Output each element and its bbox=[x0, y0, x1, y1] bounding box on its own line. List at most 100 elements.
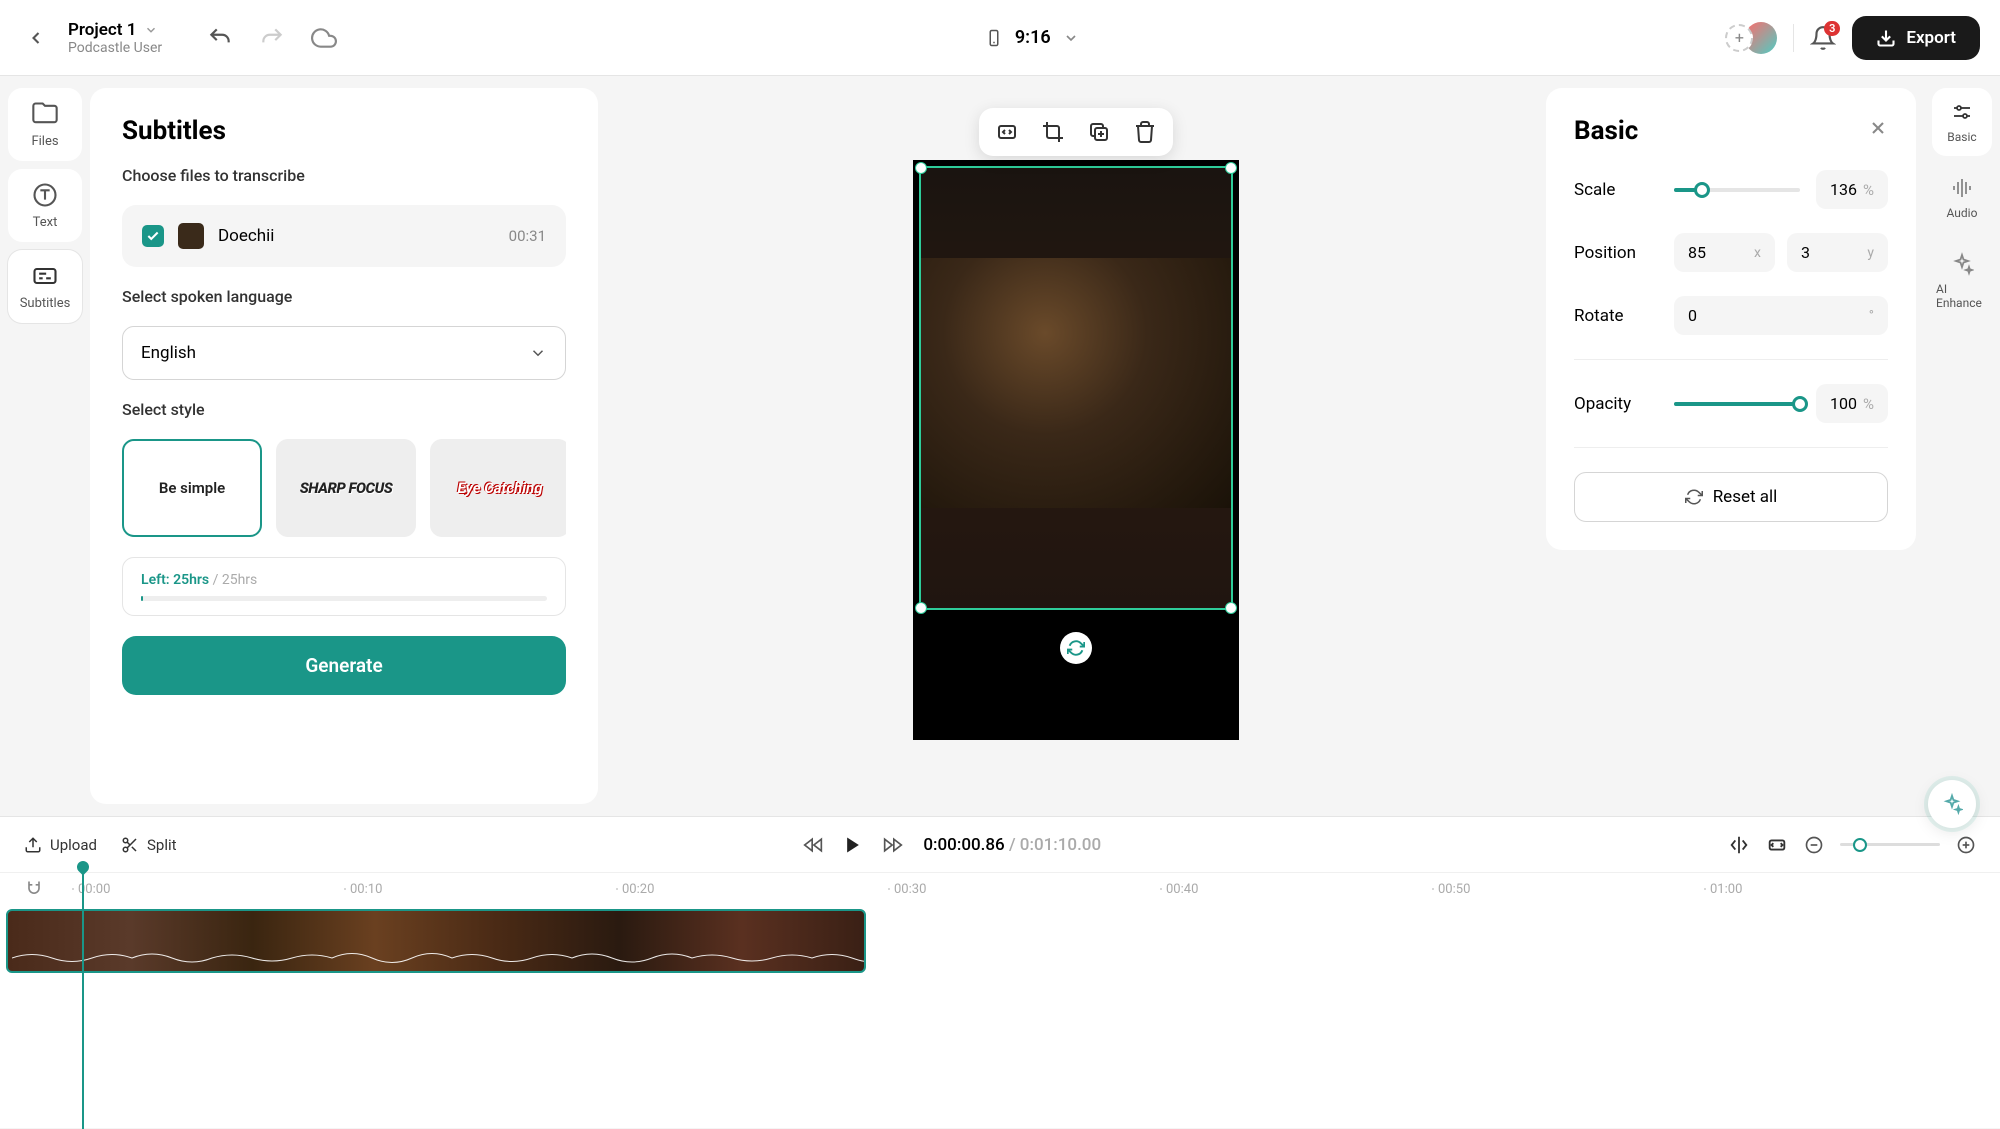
redo-button[interactable] bbox=[258, 24, 286, 52]
header-right: + 3 Export bbox=[1725, 16, 1980, 60]
timeline: Upload Split 0:00:00.86 / 0:01:10.00 bbox=[0, 816, 2000, 1128]
zoom-slider[interactable] bbox=[1840, 843, 1940, 846]
style-card-simple[interactable]: Be simple bbox=[122, 439, 262, 537]
resize-handle-tr[interactable] bbox=[1225, 162, 1237, 174]
text-icon bbox=[31, 181, 59, 209]
zoom-out-icon[interactable] bbox=[1804, 835, 1824, 855]
left-rail: Files Text Subtitles bbox=[0, 76, 90, 816]
right-rail-ai-enhance[interactable]: AI Enhance bbox=[1932, 240, 1992, 322]
style-card-eye[interactable]: Eye Catching bbox=[430, 439, 566, 537]
file-row[interactable]: Doechii 00:31 bbox=[122, 205, 566, 267]
main-area: Files Text Subtitles Subtitles Choose fi… bbox=[0, 76, 2000, 816]
position-x-input[interactable]: 85x bbox=[1674, 233, 1775, 272]
back-button[interactable] bbox=[20, 22, 52, 54]
timeline-controls: Upload Split 0:00:00.86 / 0:01:10.00 bbox=[0, 817, 2000, 873]
scale-slider[interactable] bbox=[1674, 188, 1800, 192]
cloud-save-icon[interactable] bbox=[310, 24, 338, 52]
split-button[interactable]: Split bbox=[121, 836, 177, 854]
opacity-row: Opacity 100 % bbox=[1574, 384, 1888, 423]
upload-icon bbox=[24, 836, 42, 854]
folder-icon bbox=[31, 100, 59, 128]
sliders-icon bbox=[1950, 100, 1974, 124]
selection-box[interactable] bbox=[919, 166, 1233, 610]
rail-item-subtitles[interactable]: Subtitles bbox=[8, 250, 82, 323]
scale-row: Scale 136 % bbox=[1574, 170, 1888, 209]
trim-icon[interactable] bbox=[1728, 834, 1750, 856]
refresh-icon bbox=[1685, 488, 1703, 506]
header-left: Project 1 Podcastle User bbox=[20, 20, 338, 56]
canvas-toolbar bbox=[979, 108, 1173, 156]
sparkle-icon bbox=[1950, 252, 1974, 276]
scissors-icon bbox=[121, 836, 139, 854]
close-button[interactable] bbox=[1868, 118, 1888, 138]
panel-title: Subtitles bbox=[122, 116, 566, 146]
file-duration: 00:31 bbox=[509, 227, 546, 245]
file-thumbnail bbox=[178, 223, 204, 249]
rotate-row: Rotate 0 ° bbox=[1574, 296, 1888, 335]
canvas-area bbox=[606, 76, 1546, 816]
subtitles-panel: Subtitles Choose files to transcribe Doe… bbox=[90, 88, 598, 804]
forward-button[interactable] bbox=[883, 835, 903, 855]
timeline-ruler[interactable]: 00:00 00:10 00:20 00:30 00:40 00:50 01:0… bbox=[0, 873, 2000, 905]
scale-value[interactable]: 136 % bbox=[1816, 170, 1888, 209]
fit-icon[interactable] bbox=[1766, 834, 1788, 856]
choose-files-label: Choose files to transcribe bbox=[122, 166, 566, 185]
timeline-tracks[interactable] bbox=[0, 905, 2000, 1128]
zoom-in-icon[interactable] bbox=[1956, 835, 1976, 855]
rail-item-text[interactable]: Text bbox=[8, 169, 82, 242]
collaborators[interactable]: + bbox=[1725, 22, 1777, 54]
waveform-icon bbox=[1950, 176, 1974, 200]
magnet-icon[interactable] bbox=[24, 879, 44, 899]
rail-item-files[interactable]: Files bbox=[8, 88, 82, 161]
style-label: Select style bbox=[122, 400, 566, 419]
video-clip[interactable] bbox=[6, 909, 866, 973]
resize-handle-br[interactable] bbox=[1225, 602, 1237, 614]
crop-button[interactable] bbox=[1039, 118, 1067, 146]
chevron-down-icon[interactable] bbox=[1063, 30, 1079, 46]
credits-bar bbox=[141, 596, 547, 601]
credits-box: Left: 25hrs / 25hrs bbox=[122, 557, 566, 616]
position-y-input[interactable]: 3y bbox=[1787, 233, 1888, 272]
code-button[interactable] bbox=[993, 118, 1021, 146]
delete-button[interactable] bbox=[1131, 118, 1159, 146]
chevron-down-icon bbox=[529, 344, 547, 362]
add-collaborator-icon[interactable]: + bbox=[1725, 24, 1753, 52]
opacity-value[interactable]: 100 % bbox=[1816, 384, 1888, 423]
video-preview[interactable] bbox=[913, 160, 1239, 740]
export-button[interactable]: Export bbox=[1852, 16, 1980, 60]
resize-handle-bl[interactable] bbox=[915, 602, 927, 614]
file-checkbox[interactable] bbox=[142, 225, 164, 247]
right-rail-basic[interactable]: Basic bbox=[1932, 88, 1992, 156]
project-title: Project 1 bbox=[68, 20, 136, 40]
right-rail: Basic Audio AI Enhance bbox=[1924, 76, 2000, 816]
resize-handle-tl[interactable] bbox=[915, 162, 927, 174]
credits-left: Left: 25hrs bbox=[141, 572, 209, 588]
position-row: Position 85x 3y bbox=[1574, 233, 1888, 272]
aspect-ratio[interactable]: 9:16 bbox=[1015, 27, 1051, 48]
duplicate-button[interactable] bbox=[1085, 118, 1113, 146]
language-select[interactable]: English bbox=[122, 326, 566, 380]
play-button[interactable] bbox=[843, 835, 863, 855]
subtitles-icon bbox=[31, 262, 59, 290]
rotate-input[interactable]: 0 ° bbox=[1674, 296, 1888, 335]
timeline-time: 0:00:00.86 / 0:01:10.00 bbox=[923, 835, 1101, 855]
chevron-down-icon[interactable] bbox=[144, 23, 158, 37]
style-card-sharp[interactable]: SHARP FOCUS bbox=[276, 439, 416, 537]
file-name: Doechii bbox=[218, 226, 495, 246]
properties-title: Basic bbox=[1574, 116, 1888, 146]
notification-count: 3 bbox=[1824, 21, 1840, 36]
reset-all-button[interactable]: Reset all bbox=[1574, 472, 1888, 522]
opacity-slider[interactable] bbox=[1674, 402, 1800, 406]
ai-fab-button[interactable] bbox=[1928, 780, 1976, 828]
download-icon bbox=[1876, 28, 1896, 48]
upload-button[interactable]: Upload bbox=[24, 836, 97, 854]
playhead[interactable] bbox=[82, 869, 84, 1129]
right-rail-audio[interactable]: Audio bbox=[1932, 164, 1992, 232]
notifications-button[interactable]: 3 bbox=[1810, 25, 1836, 51]
project-info: Project 1 Podcastle User bbox=[68, 20, 162, 56]
undo-button[interactable] bbox=[206, 24, 234, 52]
generate-button[interactable]: Generate bbox=[122, 636, 566, 695]
refresh-icon[interactable] bbox=[1060, 632, 1092, 664]
rewind-button[interactable] bbox=[803, 835, 823, 855]
waveform bbox=[12, 949, 866, 967]
